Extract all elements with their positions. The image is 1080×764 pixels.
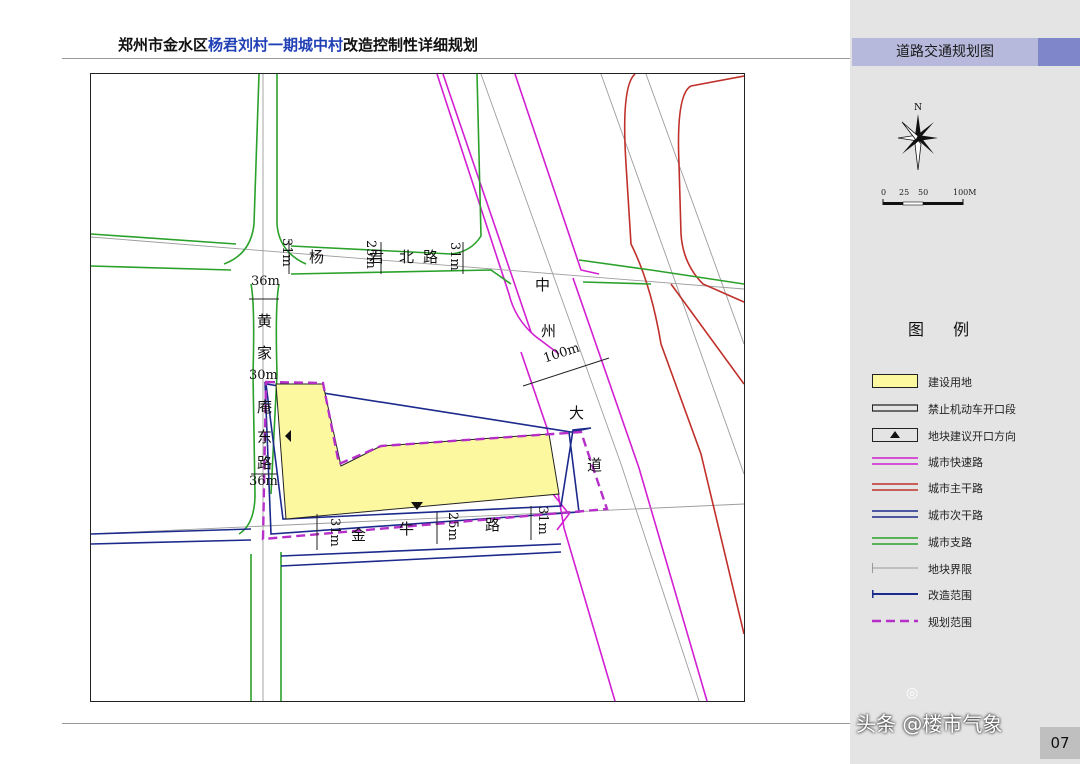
double-line-black-icon [872,404,918,412]
page-title: 郑州市金水区杨君刘村一期城中村改造控制性详细规划 [118,34,478,55]
legend-label: 地块建议开口方向 [928,430,1016,443]
legend-label: 建设用地 [928,376,972,389]
legend-item-secondary: 城市次干路 [870,505,1060,525]
yellow-fill-icon [872,374,918,388]
legend-item-construction: 建设用地 [870,372,1060,392]
double-line-navy-icon [872,510,918,518]
legend-label: 城市支路 [928,536,972,549]
legend-item-entrance: 地块建议开口方向 [870,426,1060,446]
dim-yangjun-w3: 31m [447,242,462,271]
legend-title: 图 例 [908,320,982,339]
parcel-lines [91,74,744,701]
road-label-huangjia-4: 东 [257,428,273,446]
legend-label: 城市次干路 [928,509,983,522]
compass-label: N [914,103,922,113]
road-label-huangjia-1: 黄 [257,312,273,330]
road-label-jinniu-2: 牛 [399,520,415,538]
road-label-yangjun-4: 路 [423,248,439,266]
dim-huangjia-w2: 30m [249,368,278,383]
road-map: 杨 君 北 路 中 州 大 道 黄 家 庵 东 路 金 牛 路 31m 25m … [90,73,745,702]
yangjun-road [91,74,744,285]
road-label-yangjun-1: 杨 [309,248,325,266]
road-label-zhongzhou-1: 中 [535,276,551,294]
dim-jinniu-w2: 25m [445,512,460,541]
title-prefix: 郑州市金水区 [118,36,209,54]
scale-bar [882,199,964,206]
double-line-red-icon [872,483,918,491]
arterial-road [623,74,744,635]
legend-label: 禁止机动车开口段 [928,403,1016,416]
legend-item-branch: 城市支路 [870,532,1060,552]
legend-label: 改造范围 [928,589,972,602]
legend-label: 城市主干路 [928,482,983,495]
page-number: 07 [1040,727,1080,759]
legend-item-plan: 规划范围 [870,612,1060,632]
watermark: 头条 @楼市气象 [856,712,1003,736]
watermark-icon: ◎ [906,685,919,701]
road-label-huangjia-2: 家 [257,344,273,362]
road-label-zhongzhou-4: 道 [587,456,603,474]
title-highlight: 杨君刘村一期城中村 [208,36,344,54]
legend-item-renovation: 改造范围 [870,585,1060,605]
dim-huangjia-w1: 36m [251,274,280,289]
dim-yangjun-w2: 25m [363,240,378,269]
road-label-huangjia-3: 庵 [257,398,273,416]
north-arrow-icon: N [897,103,938,171]
title-suffix: 改造控制性详细规划 [343,36,479,54]
header-divider [62,58,850,59]
dim-huangjia-w3: 36m [249,474,278,489]
road-label-zhongzhou-2: 州 [541,322,557,340]
double-line-green-icon [872,537,918,545]
double-line-magenta-icon [872,457,918,465]
legend-label: 城市快速路 [928,456,983,469]
legend-item-arterial: 城市主干路 [870,478,1060,498]
road-label-huangjia-5: 路 [257,454,273,472]
dashed-magenta-icon [872,619,918,623]
road-label-jinniu-3: 路 [485,516,501,534]
zhongzhou-avenue [436,74,708,701]
road-label-zhongzhou-3: 大 [569,404,585,422]
map-title-accent [1038,38,1080,66]
map-drawing [91,74,744,701]
dim-jinniu-w1: 31m [327,518,342,547]
legend-label: 规划范围 [928,616,972,629]
footer-divider [62,723,850,724]
road-label-jinniu-1: 金 [351,526,367,544]
road-label-yangjun-3: 北 [399,248,415,266]
map-title: 道路交通规划图 [852,38,1038,66]
legend-label: 地块界限 [928,563,972,576]
blue-line-icon [872,590,918,598]
construction-land [275,383,560,520]
dim-yangjun-w1: 31m [279,238,294,267]
thin-line-gray-icon [872,563,918,573]
triangle-up-icon [872,428,918,442]
legend-item-expressway: 城市快速路 [870,452,1060,472]
dim-jinniu-w3: 31m [535,506,550,535]
legend-item-parcel: 地块界限 [870,559,1060,579]
legend-item-no-access: 禁止机动车开口段 [870,399,1060,419]
